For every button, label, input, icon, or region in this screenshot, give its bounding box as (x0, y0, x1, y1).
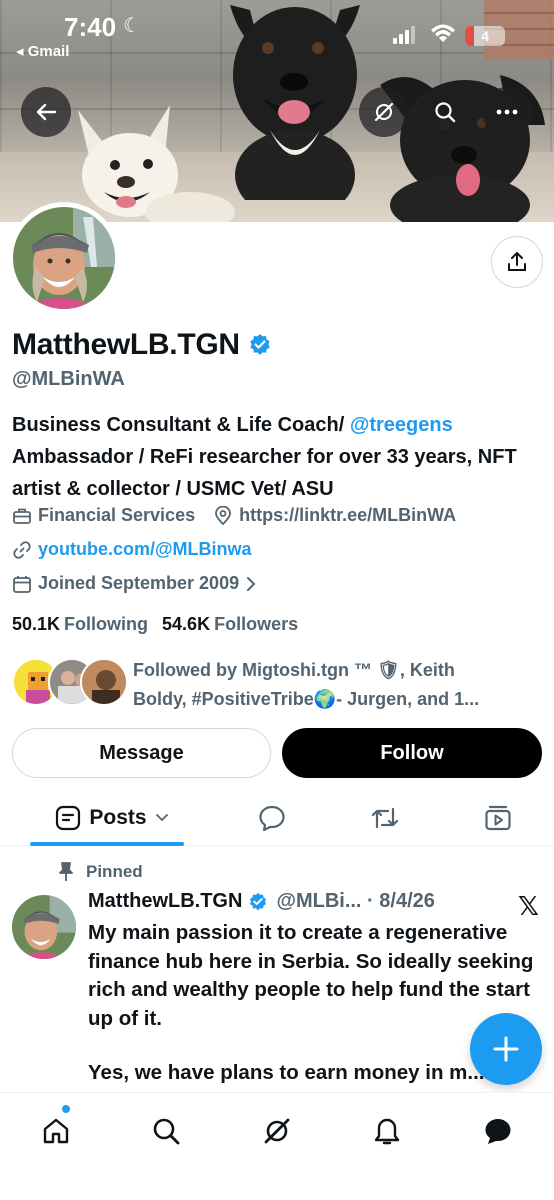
verified-icon (250, 892, 267, 910)
grok-button[interactable] (359, 87, 409, 137)
profile-meta-row-1: Financial Services https://linktr.ee/MLB… (12, 505, 456, 526)
post-author-name[interactable]: MatthewLB.TGN (88, 890, 242, 913)
media-icon (485, 805, 511, 831)
post-handle-date: @MLBi... · 8/4/26 (276, 890, 435, 912)
profile-joined: Joined September 2009 (38, 573, 240, 593)
profile-tabs: Posts (0, 792, 554, 846)
following-label: Following (64, 614, 149, 634)
pin-icon (59, 862, 73, 881)
tab-posts[interactable]: Posts (48, 792, 176, 844)
home-unread-dot (62, 1105, 70, 1113)
status-time: 7:40 (64, 12, 117, 42)
follower-avatar-3 (80, 658, 128, 706)
back-arrow-icon (36, 103, 57, 121)
back-button[interactable] (21, 87, 71, 137)
more-icon (496, 109, 518, 115)
chevron-down-icon[interactable] (155, 813, 169, 823)
link-icon (12, 540, 32, 560)
following-link[interactable]: 50.1K Following (12, 614, 148, 635)
tab-replies[interactable] (252, 792, 292, 844)
followed-by-text: Followed by Migtoshi.tgn ™ 🛡, Keith Bold… (133, 656, 543, 714)
bottom-navigation (0, 1092, 554, 1200)
repost-icon (371, 807, 399, 829)
back-to-gmail-link[interactable]: ◂ Gmail (16, 42, 69, 60)
verified-icon (250, 334, 270, 355)
cellular-signal-icon (393, 26, 415, 44)
post-avatar-photo (12, 895, 76, 959)
nav-grok[interactable] (257, 1111, 297, 1151)
followed-by[interactable]: Followed by Migtoshi.tgn ™ 🛡, Keith Bold… (12, 656, 552, 712)
bio-text: Business Consultant & Life Coach/ (12, 414, 350, 436)
wifi-icon (431, 24, 455, 42)
x-logo-icon: 𝕏 (518, 892, 539, 922)
profile-handle: @MLBinWA (12, 368, 125, 390)
share-button[interactable] (491, 236, 543, 288)
profile-meta-row-2: youtube.com/@MLBinwa (12, 539, 252, 560)
followers-label: Followers (214, 614, 299, 634)
bio-text-rest: Ambassador / ReFi researcher for over 33… (12, 446, 517, 500)
location-icon (213, 505, 233, 526)
plus-icon (493, 1036, 519, 1062)
message-button[interactable]: Message (12, 728, 271, 778)
share-icon (508, 252, 526, 271)
profile-website[interactable]: https://linktr.ee/MLBinWA (239, 505, 456, 526)
post-text-continued[interactable]: Yes, we have plans to earn money in m... (88, 1059, 538, 1088)
notifications-icon (374, 1118, 400, 1145)
follow-counts: 50.1K Following 54.6K Followers (12, 614, 298, 635)
followed-by-line-1: Followed by Migtoshi.tgn ™ 🛡, Keith (133, 660, 455, 680)
following-count: 50.1K (12, 614, 61, 634)
tab-reposts[interactable] (365, 792, 405, 844)
profile-youtube-link[interactable]: youtube.com/@MLBinwa (38, 539, 252, 560)
follow-button[interactable]: Follow (282, 728, 542, 778)
battery-indicator: 4 (465, 26, 505, 46)
post-author-avatar[interactable] (12, 895, 76, 959)
search-icon (153, 1118, 180, 1145)
profile-meta-row-3: Joined September 2009 (12, 573, 263, 594)
profile-name: MatthewLB.TGN (12, 328, 272, 362)
tab-active-indicator (30, 842, 184, 846)
more-button[interactable] (482, 87, 532, 137)
grok-icon (374, 102, 394, 122)
home-icon (43, 1118, 69, 1144)
avatar (13, 207, 115, 309)
followers-link[interactable]: 54.6K Followers (162, 614, 298, 635)
nav-search[interactable] (146, 1111, 186, 1151)
avatar-photo (13, 207, 115, 309)
calendar-icon (12, 574, 32, 594)
posts-icon (56, 805, 81, 831)
nav-home[interactable] (36, 1111, 76, 1151)
battery-level: 4 (481, 28, 489, 44)
profile-avatar[interactable] (8, 202, 120, 314)
treegens-mention-link[interactable]: @treegens (350, 414, 453, 436)
chevron-right-icon[interactable] (245, 576, 257, 592)
search-icon (435, 102, 456, 123)
post-header: MatthewLB.TGN @MLBi... · 8/4/26 (88, 890, 435, 913)
pinned-label: Pinned (58, 862, 143, 882)
compose-post-button[interactable] (470, 1013, 542, 1085)
profile-bio: Business Consultant & Life Coach/ @treeg… (12, 409, 542, 505)
grok-icon (264, 1118, 290, 1144)
followed-by-line-2: Boldy, #PositiveTribe🌍- Jurgen, and 1... (133, 689, 480, 709)
briefcase-icon (12, 506, 32, 526)
nav-notifications[interactable] (367, 1111, 407, 1151)
tab-posts-label: Posts (89, 806, 147, 829)
black-dog-right-image (380, 75, 545, 222)
pinned-text: Pinned (86, 862, 143, 881)
post-text[interactable]: My main passion it to create a regenerat… (88, 919, 543, 1033)
profile-category: Financial Services (38, 505, 196, 525)
messages-icon (485, 1119, 511, 1144)
tab-media[interactable] (478, 792, 518, 844)
nav-messages[interactable] (478, 1111, 518, 1151)
followers-count: 54.6K (162, 614, 211, 634)
reply-icon (259, 805, 285, 832)
profile-name-text: MatthewLB.TGN (12, 328, 240, 361)
search-button[interactable] (420, 87, 470, 137)
status-bar: 7:40 ☾ ◂ Gmail 4 (0, 0, 554, 72)
focus-moon-icon: ☾ (123, 15, 141, 37)
